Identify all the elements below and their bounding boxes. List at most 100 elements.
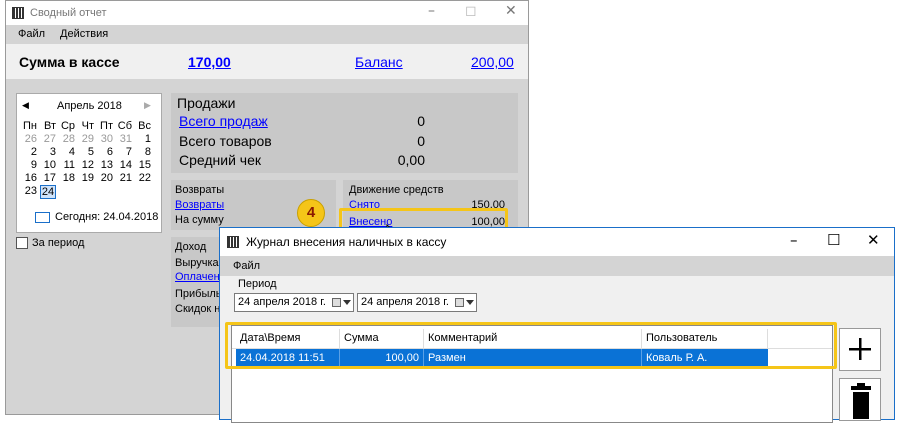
- date-to-calendar-icon[interactable]: [455, 298, 464, 307]
- calendar-day[interactable]: 26: [21, 133, 37, 145]
- journal-minimize-icon[interactable]: –: [790, 231, 798, 249]
- date-to-value: 24 апреля 2018 г.: [361, 296, 449, 308]
- calendar-day[interactable]: 31: [116, 133, 132, 145]
- date-from-calendar-icon[interactable]: [332, 298, 341, 307]
- close-icon[interactable]: ✕: [505, 3, 517, 19]
- prev-month-icon[interactable]: ◀: [22, 100, 29, 111]
- minimize-icon[interactable]: –: [428, 3, 435, 19]
- calendar-day[interactable]: 19: [78, 172, 94, 184]
- menu-file[interactable]: Файл: [18, 28, 45, 40]
- calendar-day[interactable]: 7: [116, 146, 132, 158]
- add-deposit-button[interactable]: [839, 328, 881, 371]
- balance-link[interactable]: Баланс: [355, 54, 403, 70]
- app-icon: [12, 7, 24, 19]
- total-sales-value: 0: [417, 113, 425, 129]
- date-from-picker[interactable]: 24 апреля 2018 г.: [234, 293, 354, 312]
- calendar-day[interactable]: 28: [59, 133, 75, 145]
- calendar-weekday: Пт: [100, 120, 113, 132]
- calendar-month-title[interactable]: Апрель 2018: [57, 100, 122, 112]
- calendar-day[interactable]: 2: [21, 146, 37, 158]
- calendar-day[interactable]: 5: [78, 146, 94, 158]
- menu-actions[interactable]: Действия: [60, 28, 108, 40]
- calendar-day[interactable]: 15: [135, 159, 151, 171]
- date-from-dropdown-icon[interactable]: [343, 300, 351, 305]
- calendar-day[interactable]: 6: [97, 146, 113, 158]
- period-checkbox-label: За период: [32, 237, 85, 249]
- step-badge: 4: [297, 199, 325, 227]
- journal-titlebar: Журнал внесения наличных в кассу – ☐ ✕: [220, 228, 894, 256]
- income-title: Доход: [175, 241, 207, 253]
- journal-title: Журнал внесения наличных в кассу: [246, 235, 447, 249]
- cash-flow-title: Движение средств: [349, 184, 444, 196]
- cash-value-link[interactable]: 170,00: [188, 54, 231, 70]
- today-marker-icon: [35, 212, 50, 223]
- total-goods-value: 0: [417, 133, 425, 149]
- main-window-titlebar: Сводный отчет – ◻ ✕: [6, 1, 528, 25]
- calendar-weekday: Ср: [60, 120, 75, 132]
- delete-deposit-button[interactable]: [839, 378, 881, 421]
- calendar-day[interactable]: 23: [21, 185, 37, 197]
- sales-panel: Продажи Всего продаж 0 Всего товаров 0 С…: [171, 93, 518, 173]
- journal-menu-file[interactable]: Файл: [233, 260, 260, 272]
- calendar-weekday: Чт: [81, 120, 94, 132]
- avg-check-value: 0,00: [397, 152, 425, 168]
- period-label: Период: [238, 278, 277, 290]
- journal-app-icon: [227, 236, 239, 248]
- calendar-day[interactable]: 13: [97, 159, 113, 171]
- total-sales-link[interactable]: Всего продаж: [179, 113, 268, 129]
- journal-menubar: Файл: [220, 256, 894, 276]
- calendar-day[interactable]: 22: [135, 172, 151, 184]
- calendar-weekday: Пн: [23, 120, 37, 132]
- calendar-day[interactable]: 12: [78, 159, 94, 171]
- revenue-label: Выручка: [175, 257, 219, 269]
- calendar-day[interactable]: 18: [59, 172, 75, 184]
- date-from-value: 24 апреля 2018 г.: [238, 296, 326, 308]
- calendar-day[interactable]: 3: [40, 146, 56, 158]
- next-month-icon[interactable]: ▶: [144, 100, 151, 111]
- calendar-day[interactable]: 20: [97, 172, 113, 184]
- journal-window: Журнал внесения наличных в кассу – ☐ ✕ Ф…: [219, 227, 895, 423]
- cash-summary-bar: Сумма в кассе 170,00 Баланс 200,00: [6, 44, 528, 79]
- calendar-day[interactable]: 14: [116, 159, 132, 171]
- calendar-weekday: Сб: [117, 120, 132, 132]
- journal-close-icon[interactable]: ✕: [867, 231, 880, 249]
- calendar-day[interactable]: 17: [40, 172, 56, 184]
- main-menubar: Файл Действия: [6, 25, 528, 44]
- calendar-day[interactable]: 27: [40, 133, 56, 145]
- calendar-day[interactable]: 1: [135, 133, 151, 145]
- calendar-weekday: Вт: [43, 120, 56, 132]
- calendar-day[interactable]: 4: [59, 146, 75, 158]
- calendar-day[interactable]: 16: [21, 172, 37, 184]
- calendar-grid: Пн Вт Ср Чт Пт Сб Вс 26 27 28 29 30 31 1 2 3 4 5 6 7 8 9 10 11 1…: [21, 120, 157, 200]
- income-panel: Доход Выручка Оплачено Прибыль Скидок на: [171, 237, 227, 327]
- calendar-day[interactable]: 9: [21, 159, 37, 171]
- cash-label: Сумма в кассе: [19, 54, 120, 70]
- maximize-icon[interactable]: ◻: [465, 3, 477, 19]
- calendar-day[interactable]: 29: [78, 133, 94, 145]
- calendar-day[interactable]: 21: [116, 172, 132, 184]
- calendar-day[interactable]: 10: [40, 159, 56, 171]
- main-window-title: Сводный отчет: [30, 7, 107, 19]
- calendar-day[interactable]: 11: [59, 159, 75, 171]
- avg-check-label: Средний чек: [179, 152, 262, 168]
- profit-label: Прибыль: [175, 288, 222, 300]
- balance-value-link[interactable]: 200,00: [471, 54, 514, 70]
- total-goods-label: Всего товаров: [179, 133, 272, 149]
- journal-maximize-icon[interactable]: ☐: [827, 231, 840, 249]
- today-label[interactable]: Сегодня: 24.04.2018: [55, 211, 158, 223]
- month-calendar[interactable]: ◀ Апрель 2018 ▶ Пн Вт Ср Чт Пт Сб Вс 26 27 28 29 30…: [16, 93, 162, 233]
- returns-link[interactable]: Возвраты: [175, 199, 224, 211]
- sales-title: Продажи: [177, 95, 236, 111]
- plus-icon: [849, 338, 871, 360]
- returns-sum-label: На сумму: [175, 214, 224, 226]
- returns-title: Возвраты: [175, 184, 225, 196]
- calendar-day[interactable]: 30: [97, 133, 113, 145]
- trash-icon: [851, 383, 871, 419]
- calendar-day[interactable]: 8: [135, 146, 151, 158]
- date-to-dropdown-icon[interactable]: [466, 300, 474, 305]
- calendar-weekday: Вс: [138, 120, 151, 132]
- calendar-day[interactable]: 24: [40, 185, 56, 199]
- date-to-picker[interactable]: 24 апреля 2018 г.: [357, 293, 477, 312]
- table-highlight: [225, 322, 837, 369]
- period-checkbox[interactable]: [16, 237, 28, 249]
